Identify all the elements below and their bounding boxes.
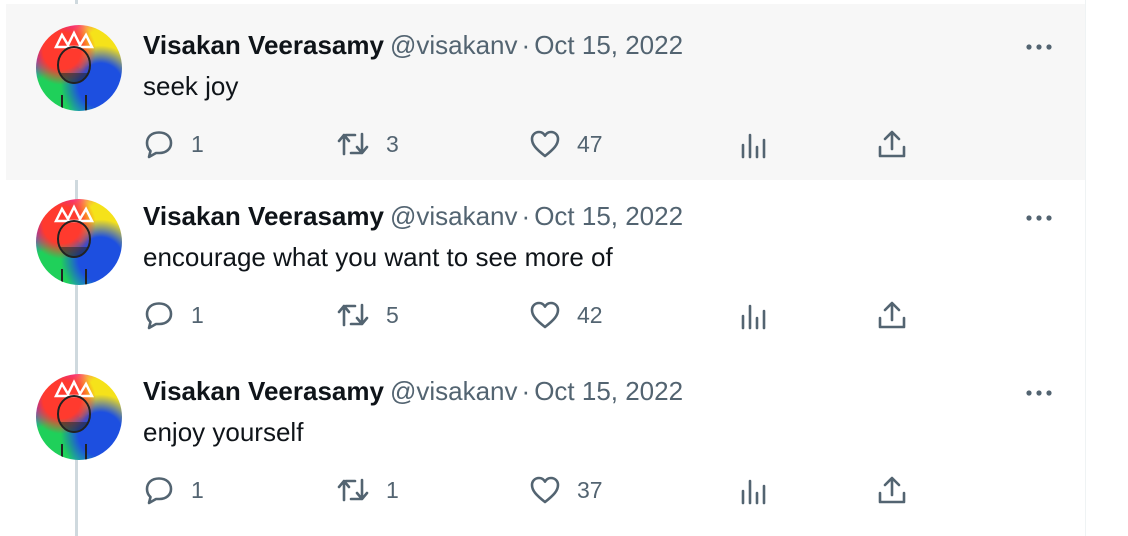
more-icon[interactable] xyxy=(1024,386,1054,400)
retweet-icon xyxy=(337,303,369,327)
retweet-button[interactable]: 3 xyxy=(336,124,399,164)
tweet-thread: Visakan Veerasamy @visakanv · Oct 15, 2022 … xyxy=(0,0,1086,536)
avatar-drawing xyxy=(53,30,95,111)
views-button[interactable] xyxy=(738,470,770,510)
more-icon[interactable] xyxy=(1024,40,1054,54)
like-button[interactable]: 47 xyxy=(529,124,603,164)
share-icon xyxy=(878,476,906,504)
tweet-header: Visakan Veerasamy @visakanv · Oct 15, 2022 xyxy=(143,199,683,233)
like-count: 42 xyxy=(577,301,603,328)
separator-dot: · xyxy=(521,30,531,60)
retweet-icon xyxy=(337,478,369,502)
share-icon xyxy=(878,130,906,158)
author-name[interactable]: Visakan Veerasamy xyxy=(143,376,384,406)
avatar[interactable] xyxy=(36,25,122,111)
share-icon xyxy=(878,301,906,329)
avatar[interactable] xyxy=(36,374,122,460)
separator-dot: · xyxy=(521,376,531,406)
avatar-drawing xyxy=(53,204,95,285)
tweet-text: seek joy xyxy=(143,71,239,101)
reply-button[interactable]: 1 xyxy=(143,124,204,164)
reply-icon xyxy=(145,302,173,330)
views-button[interactable] xyxy=(738,295,770,335)
reply-button[interactable]: 1 xyxy=(143,295,204,335)
retweet-icon xyxy=(337,132,369,156)
like-count: 37 xyxy=(577,476,603,503)
avatar-drawing xyxy=(53,379,95,460)
retweet-count: 1 xyxy=(386,476,399,503)
author-name[interactable]: Visakan Veerasamy xyxy=(143,30,384,60)
tweet-date[interactable]: Oct 15, 2022 xyxy=(534,376,683,406)
views-icon xyxy=(741,304,766,330)
tweet-actions: 1 5 42 xyxy=(143,295,923,335)
retweet-count: 5 xyxy=(386,301,399,328)
tweet-date[interactable]: Oct 15, 2022 xyxy=(534,30,683,60)
reply-count: 1 xyxy=(191,301,204,328)
tweet[interactable]: Visakan Veerasamy @visakanv · Oct 15, 2022 … xyxy=(6,355,1085,531)
author-name[interactable]: Visakan Veerasamy xyxy=(143,201,384,231)
avatar[interactable] xyxy=(36,199,122,285)
separator-dot: · xyxy=(521,201,531,231)
heart-icon xyxy=(530,130,560,158)
like-button[interactable]: 37 xyxy=(529,470,603,510)
views-icon xyxy=(741,479,766,505)
views-button[interactable] xyxy=(738,124,770,164)
reply-count: 1 xyxy=(191,130,204,157)
retweet-button[interactable]: 1 xyxy=(336,470,399,510)
tweet-actions: 1 3 47 xyxy=(143,124,923,164)
reply-count: 1 xyxy=(191,476,204,503)
tweet-date[interactable]: Oct 15, 2022 xyxy=(534,201,683,231)
reply-button[interactable]: 1 xyxy=(143,470,204,510)
share-button[interactable] xyxy=(876,470,908,510)
author-handle[interactable]: @visakanv xyxy=(390,201,518,231)
share-button[interactable] xyxy=(876,124,908,164)
tweet-actions: 1 1 37 xyxy=(143,470,923,510)
tweet-text: encourage what you want to see more of xyxy=(143,242,613,272)
like-button[interactable]: 42 xyxy=(529,295,603,335)
like-count: 47 xyxy=(577,130,603,157)
retweet-count: 3 xyxy=(386,130,399,157)
tweet[interactable]: Visakan Veerasamy @visakanv · Oct 15, 2022 … xyxy=(6,180,1085,356)
more-icon[interactable] xyxy=(1024,211,1054,225)
tweet-header: Visakan Veerasamy @visakanv · Oct 15, 2022 xyxy=(143,28,683,62)
heart-icon xyxy=(530,301,560,329)
share-button[interactable] xyxy=(876,295,908,335)
retweet-button[interactable]: 5 xyxy=(336,295,399,335)
author-handle[interactable]: @visakanv xyxy=(390,30,518,60)
heart-icon xyxy=(530,476,560,504)
tweet-header: Visakan Veerasamy @visakanv · Oct 15, 2022 xyxy=(143,374,683,408)
tweet[interactable]: Visakan Veerasamy @visakanv · Oct 15, 2022 … xyxy=(6,4,1085,180)
author-handle[interactable]: @visakanv xyxy=(390,376,518,406)
views-icon xyxy=(741,133,766,159)
tweet-text: enjoy yourself xyxy=(143,417,304,447)
reply-icon xyxy=(145,131,173,159)
reply-icon xyxy=(145,477,173,505)
